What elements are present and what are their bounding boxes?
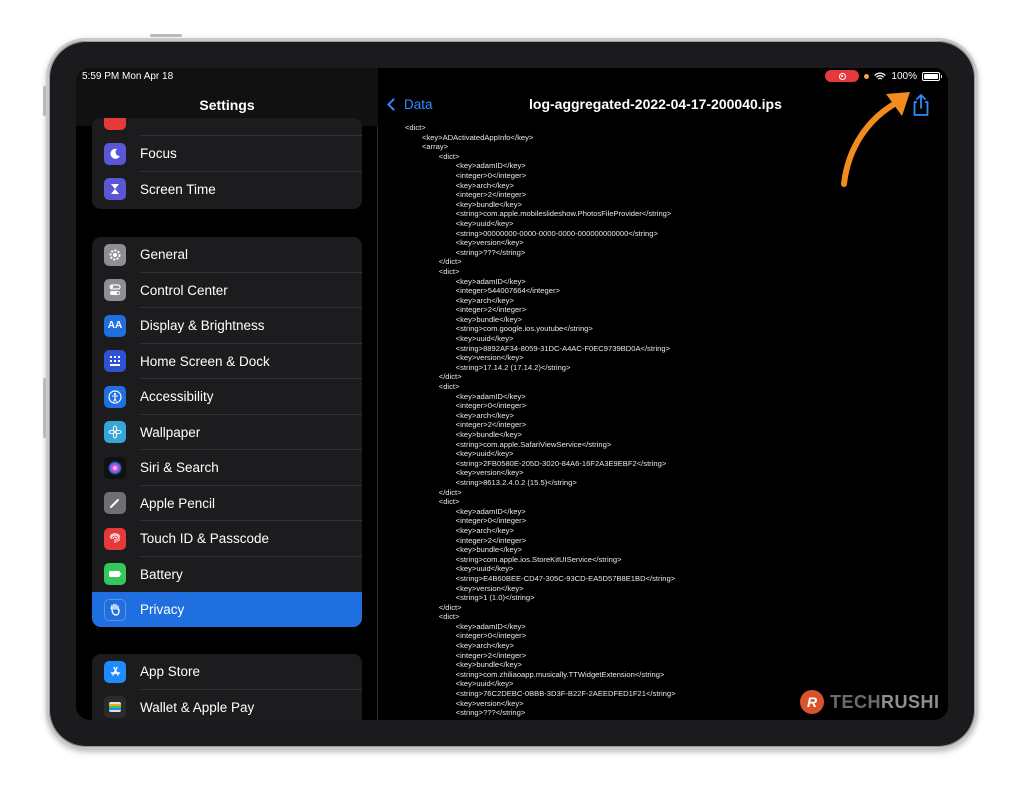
sidebar-item-label: Home Screen & Dock xyxy=(140,353,270,369)
annotation-arrow-icon xyxy=(841,92,910,187)
text-size-icon: AA xyxy=(104,314,126,337)
gear-icon xyxy=(104,243,126,266)
sidebar-item-focus[interactable]: Focus xyxy=(92,136,362,172)
settings-group-general: General Control Center AA Display & Brig… xyxy=(92,237,362,627)
sidebar-item-label: Apple Pencil xyxy=(140,495,216,511)
sidebar-item-general[interactable]: General xyxy=(92,237,362,273)
grid-icon xyxy=(104,350,126,373)
watermark-logo: R xyxy=(800,690,824,714)
battery-status-icon xyxy=(922,71,942,81)
sidebar-item-label: Battery xyxy=(140,566,183,582)
sidebar-item-label: Accessibility xyxy=(140,389,214,405)
back-label: Data xyxy=(404,97,433,112)
sidebar-item-label: Wallet & Apple Pay xyxy=(140,699,255,715)
sidebar-item-battery[interactable]: Battery xyxy=(92,557,362,593)
status-indicators: 100% xyxy=(825,70,942,82)
fingerprint-icon xyxy=(104,527,126,550)
sidebar-item-wallpaper[interactable]: Wallpaper xyxy=(92,415,362,450)
sidebar-item-wallet-apple-pay[interactable]: Wallet & Apple Pay xyxy=(92,690,362,721)
sidebar-item-label: General xyxy=(140,247,189,263)
watermark: R TECHRUSHI xyxy=(800,690,940,714)
siri-icon xyxy=(104,456,126,479)
battery-icon xyxy=(104,563,126,586)
sidebar-item-home-screen-dock[interactable]: Home Screen & Dock xyxy=(92,344,362,379)
back-button[interactable]: Data xyxy=(387,97,433,112)
sidebar-item-label: App Store xyxy=(140,664,201,680)
sidebar-item-label: Control Center xyxy=(140,282,228,298)
battery-percent: 100% xyxy=(891,70,917,82)
accessibility-icon xyxy=(104,385,126,408)
notifications-icon xyxy=(104,118,126,130)
screen: 5:59 PM Mon Apr 18 Settings Focus Screen… xyxy=(76,68,948,720)
sidebar-item-privacy[interactable]: Privacy xyxy=(92,592,362,627)
sidebar-item-label: Display & Brightness xyxy=(140,318,265,334)
microphone-indicator-icon xyxy=(864,73,870,79)
sidebar-item-screen-time[interactable]: Screen Time xyxy=(92,172,362,208)
sidebar-item-label: Siri & Search xyxy=(140,460,219,476)
sidebar-item-label: Screen Time xyxy=(140,181,216,197)
sidebar-item-apple-pencil[interactable]: Apple Pencil xyxy=(92,486,362,521)
sidebar-item-app-store[interactable]: App Store xyxy=(92,654,362,690)
sidebar-item-label: Wallpaper xyxy=(140,424,201,440)
app-store-icon xyxy=(104,660,126,683)
sidebar-item-label: Privacy xyxy=(140,602,185,618)
wallet-icon xyxy=(104,696,126,719)
moon-icon xyxy=(104,142,126,165)
chevron-left-icon xyxy=(387,98,400,111)
watermark-text: TECHRUSHI xyxy=(830,691,940,712)
flower-icon xyxy=(104,421,126,444)
sidebar-title: Settings xyxy=(199,97,255,113)
pencil-icon xyxy=(104,492,126,515)
sidebar-item-accessibility[interactable]: Accessibility xyxy=(92,379,362,415)
top-button xyxy=(150,34,182,37)
hourglass-icon xyxy=(104,178,126,201)
settings-sidebar: 5:59 PM Mon Apr 18 Settings Focus Screen… xyxy=(76,68,378,720)
volume-button xyxy=(43,86,46,116)
log-content: <dict> <key>ADActivatedAppInfo</key> <ar… xyxy=(405,123,676,718)
sidebar-item-label: Focus xyxy=(140,146,177,162)
sidebar-item-display-brightness[interactable]: AA Display & Brightness xyxy=(92,308,362,344)
screen-recording-icon xyxy=(825,70,860,82)
status-time: 5:59 PM Mon Apr 18 xyxy=(82,71,174,82)
sidebar-item-label: Touch ID & Passcode xyxy=(140,531,270,547)
hand-icon xyxy=(104,598,126,621)
magnetic-connector xyxy=(43,378,46,438)
settings-group-store: App Store Wallet & Apple Pay xyxy=(92,654,362,720)
sidebar-item-siri-search[interactable]: Siri & Search xyxy=(92,450,362,486)
wifi-icon xyxy=(874,71,887,79)
settings-group-focus: Focus Screen Time xyxy=(92,118,362,209)
toggles-icon xyxy=(104,279,126,302)
sidebar-item-touch-id-passcode[interactable]: Touch ID & Passcode xyxy=(92,521,362,557)
page-title: log-aggregated-2022-04-17-200040.ips xyxy=(529,96,782,112)
sidebar-item-control-center[interactable]: Control Center xyxy=(92,273,362,308)
